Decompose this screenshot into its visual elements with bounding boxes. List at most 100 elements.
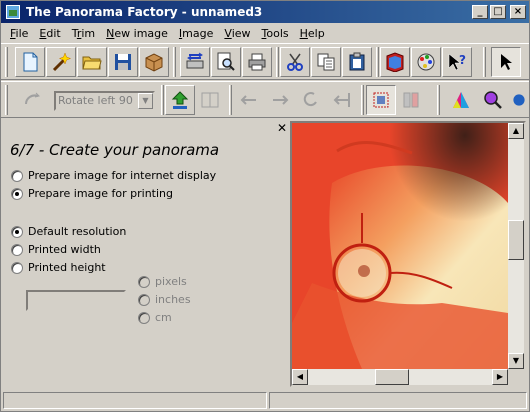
paste-button[interactable] bbox=[342, 47, 372, 77]
rotate-tool-button[interactable] bbox=[17, 85, 47, 115]
image-preview-pane[interactable]: ▲ ▼ ◀ ▶ bbox=[290, 121, 526, 387]
page-split-button[interactable] bbox=[396, 85, 426, 115]
color-palette-button[interactable] bbox=[411, 47, 441, 77]
help-book-icon bbox=[386, 52, 404, 72]
printing-option[interactable]: Prepare image for printing bbox=[11, 187, 173, 200]
default-resolution-option[interactable]: Default resolution bbox=[11, 225, 126, 238]
align-right-button[interactable] bbox=[265, 85, 295, 115]
menu-edit[interactable]: Edit bbox=[34, 27, 66, 40]
radio-cm[interactable] bbox=[138, 311, 150, 324]
image-toolbar: Rotate left 90 ▼ bbox=[1, 81, 529, 118]
magic-wand-icon bbox=[52, 52, 71, 72]
printed-height-option[interactable]: Printed height bbox=[11, 261, 106, 274]
crop-button[interactable] bbox=[366, 85, 396, 115]
printer-icon bbox=[248, 53, 266, 71]
extra-tool-button[interactable] bbox=[510, 85, 528, 115]
unit-inches-option[interactable]: inches bbox=[138, 293, 191, 306]
scroll-up-button[interactable]: ▲ bbox=[508, 123, 524, 139]
scan-button[interactable] bbox=[180, 47, 210, 77]
radio-printed-height[interactable] bbox=[11, 261, 23, 274]
toolbar-separator bbox=[276, 47, 279, 77]
align-left-icon bbox=[240, 95, 256, 105]
chevron-down-icon[interactable]: ▼ bbox=[138, 93, 153, 109]
print-preview-button[interactable] bbox=[211, 47, 241, 77]
unit-pixels-option[interactable]: pixels bbox=[138, 275, 187, 288]
cut-button[interactable] bbox=[280, 47, 310, 77]
context-help-button[interactable]: ? bbox=[442, 47, 472, 77]
wizard-button[interactable] bbox=[46, 47, 76, 77]
toolbar-separator bbox=[229, 85, 232, 115]
unit-cm-option[interactable]: cm bbox=[138, 311, 172, 324]
rotate-disabled-icon bbox=[25, 92, 40, 105]
frames-button[interactable] bbox=[195, 85, 225, 115]
radio-pixels[interactable] bbox=[138, 275, 150, 288]
window-title: The Panorama Factory - unnamed3 bbox=[26, 5, 263, 19]
printed-width-option[interactable]: Printed width bbox=[11, 243, 101, 256]
radio-printing[interactable] bbox=[11, 187, 23, 200]
menu-bar: File Edit Trim New image Image View Tool… bbox=[1, 23, 529, 43]
crop-icon bbox=[373, 92, 389, 108]
help-pointer-icon: ? bbox=[448, 53, 466, 71]
menu-new-image[interactable]: New image bbox=[101, 27, 174, 40]
minimize-button[interactable]: _ bbox=[472, 5, 488, 19]
frames-icon bbox=[201, 92, 219, 108]
zoom-color-button[interactable] bbox=[478, 85, 508, 115]
menu-file[interactable]: File bbox=[5, 27, 34, 40]
close-window-button[interactable]: × bbox=[510, 5, 526, 19]
close-panel-icon[interactable]: ✕ bbox=[277, 121, 287, 135]
menu-tools[interactable]: Tools bbox=[257, 27, 295, 40]
toolbar-separator bbox=[361, 85, 364, 115]
maximize-button[interactable]: □ bbox=[490, 5, 506, 19]
save-button[interactable] bbox=[108, 47, 138, 77]
toolbar-grip[interactable] bbox=[483, 47, 486, 77]
align-left-button[interactable] bbox=[234, 85, 264, 115]
print-button[interactable] bbox=[242, 47, 272, 77]
title-bar[interactable]: The Panorama Factory - unnamed3 _ □ × bbox=[1, 1, 529, 23]
copy-button[interactable] bbox=[311, 47, 341, 77]
color-balance-button[interactable] bbox=[446, 85, 476, 115]
radio-printed-width[interactable] bbox=[11, 243, 23, 256]
vertical-scrollbar[interactable]: ▲ ▼ bbox=[508, 123, 524, 369]
step-heading: 6/7 - Create your panorama bbox=[10, 141, 220, 159]
horizontal-scrollbar[interactable]: ◀ ▶ bbox=[292, 369, 508, 385]
scroll-down-button[interactable]: ▼ bbox=[508, 353, 524, 369]
horizontal-scroll-thumb[interactable] bbox=[375, 369, 409, 385]
help-book-button[interactable] bbox=[380, 47, 410, 77]
radio-internet[interactable] bbox=[11, 169, 23, 182]
menu-help[interactable]: Help bbox=[295, 27, 331, 40]
radio-default-resolution[interactable] bbox=[11, 225, 23, 238]
scanner-icon bbox=[186, 52, 204, 69]
new-button[interactable] bbox=[15, 47, 45, 77]
scroll-left-button[interactable]: ◀ bbox=[292, 369, 308, 385]
rotate-ccw-button[interactable] bbox=[296, 85, 326, 115]
vertical-scroll-thumb[interactable] bbox=[508, 220, 524, 260]
toolbar-grip[interactable] bbox=[5, 47, 8, 77]
new-document-icon bbox=[23, 52, 38, 72]
portrait-image bbox=[292, 123, 508, 369]
menu-view[interactable]: View bbox=[219, 27, 256, 40]
upload-arrow-icon bbox=[171, 91, 189, 109]
scissors-icon bbox=[287, 53, 303, 71]
menu-trim[interactable]: Trim bbox=[67, 27, 101, 40]
scroll-right-button[interactable]: ▶ bbox=[492, 369, 508, 385]
panorama-photo bbox=[292, 123, 508, 369]
upload-button[interactable] bbox=[165, 85, 195, 115]
magnifier-page-icon bbox=[217, 52, 235, 71]
pointer-tool-button[interactable] bbox=[491, 47, 521, 77]
package-button[interactable] bbox=[139, 47, 169, 77]
radio-inches[interactable] bbox=[138, 293, 150, 306]
open-button[interactable] bbox=[77, 47, 107, 77]
stitch-button[interactable] bbox=[327, 85, 357, 115]
print-size-input[interactable] bbox=[26, 290, 126, 311]
toolbar-grip[interactable] bbox=[5, 85, 8, 115]
toolbar-separator bbox=[437, 85, 440, 115]
internet-display-option[interactable]: Prepare image for internet display bbox=[11, 169, 216, 182]
status-cell-left bbox=[3, 392, 267, 409]
status-cell-right bbox=[269, 392, 527, 409]
menu-image[interactable]: Image bbox=[174, 27, 219, 40]
color-zoom-icon bbox=[484, 91, 502, 109]
color-triangle-icon bbox=[453, 92, 469, 108]
rotate-select[interactable]: Rotate left 90 ▼ bbox=[54, 91, 155, 111]
toolbar-separator bbox=[161, 85, 164, 115]
scroll-corner bbox=[508, 369, 524, 385]
